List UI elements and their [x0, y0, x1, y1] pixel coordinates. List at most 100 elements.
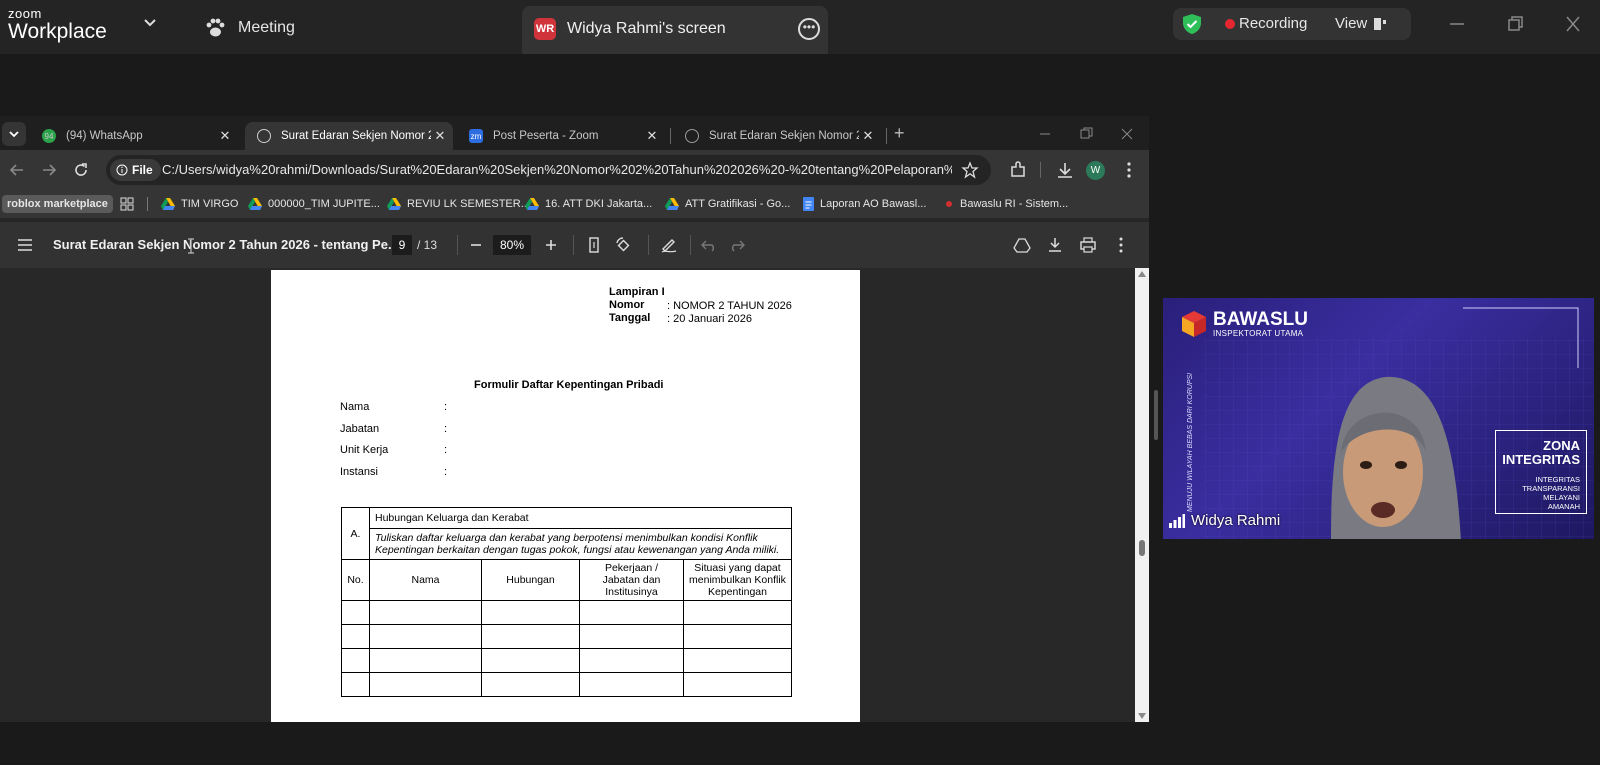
bookmark-bawaslu-ri[interactable]: Bawaslu RI - Sistem... — [944, 195, 1068, 213]
kebab-menu-icon[interactable] — [1112, 236, 1130, 254]
bookmark-att-gratifikasi[interactable]: ATT Gratifikasi - Go... — [665, 195, 790, 213]
bookmark-tim-virgo[interactable]: TIM VIRGO — [161, 195, 238, 213]
chevron-down-icon — [9, 131, 19, 138]
bookmark-laporan-ao[interactable]: Laporan AO Bawasl... — [803, 195, 926, 213]
zona-value: TRANSPARANSI — [1522, 484, 1580, 493]
reload-icon[interactable] — [72, 161, 90, 179]
tab-title: Surat Edaran Sekjen Nomor 2 Tahun 2026 — [709, 130, 859, 142]
download-icon[interactable] — [1055, 160, 1075, 180]
tab-post-peserta-zoom[interactable]: zm Post Peserta - Zoom ✕ — [457, 122, 665, 150]
restore-icon[interactable] — [1078, 126, 1094, 142]
add-to-drive-icon[interactable] — [1013, 236, 1031, 254]
scroll-down-arrow-icon[interactable] — [1138, 713, 1146, 719]
address-bar[interactable]: File C:/Users/widya%20rahmi/Downloads/Su… — [106, 155, 991, 185]
zoom-out-icon[interactable] — [467, 236, 485, 254]
bookmark-label: TIM VIRGO — [181, 198, 239, 210]
recording-pill: Recording View — [1173, 8, 1411, 40]
close-tab-icon[interactable]: ✕ — [431, 128, 449, 144]
rotate-icon[interactable] — [614, 236, 632, 254]
bookmark-divider — [147, 197, 148, 211]
shield-check-icon[interactable] — [1181, 13, 1203, 35]
whatsapp-icon: 94 — [42, 129, 56, 143]
field-jabatan-label: Jabatan — [340, 423, 380, 435]
info-icon — [116, 164, 128, 176]
zona-value: AMANAH — [1547, 502, 1580, 511]
more-options-icon[interactable]: ••• — [798, 18, 820, 40]
extensions-puzzle-icon[interactable] — [1008, 160, 1028, 180]
hamburger-menu-icon[interactable] — [17, 238, 33, 252]
forward-icon[interactable] — [40, 161, 58, 179]
minimize-icon[interactable] — [1037, 126, 1053, 142]
zoom-in-icon[interactable] — [542, 236, 560, 254]
redo-icon[interactable] — [728, 236, 746, 254]
page-number-input[interactable]: 9 — [392, 235, 412, 255]
field-colon: : — [444, 423, 448, 435]
chevron-down-icon[interactable] — [143, 16, 157, 30]
zoom-logo-top: zoom — [8, 6, 42, 21]
url-text[interactable]: C:/Users/widya%20rahmi/Downloads/Surat%2… — [162, 162, 952, 177]
panel-resize-handle[interactable] — [1154, 390, 1158, 440]
bookmark-roblox-marketplace[interactable]: roblox marketplace — [2, 195, 113, 213]
view-button[interactable]: View — [1335, 15, 1387, 32]
close-tab-icon[interactable]: ✕ — [216, 128, 234, 144]
toolbar-divider — [690, 235, 691, 255]
zoom-level-input[interactable]: 80% — [493, 235, 531, 255]
pdf-scrollbar[interactable] — [1135, 268, 1149, 722]
bookmark-label: Bawaslu RI - Sistem... — [960, 198, 1069, 210]
apps-grid-icon[interactable] — [120, 197, 134, 211]
pdf-toolbar: Surat Edaran Sekjen Nomor 2 Tahun 2026 -… — [0, 222, 1149, 268]
globe-icon — [257, 129, 271, 143]
meeting-button[interactable]: Meeting — [204, 14, 295, 42]
fit-page-icon[interactable] — [585, 236, 603, 254]
kebab-menu-icon[interactable] — [1123, 160, 1135, 180]
zona-integritas-badge: ZONA INTEGRITAS INTEGRITAS TRANSPARANSI … — [1495, 430, 1587, 514]
google-docs-icon — [803, 197, 814, 211]
scrollbar-thumb[interactable] — [1139, 540, 1145, 556]
download-icon[interactable] — [1046, 236, 1064, 254]
bookmark-label: ATT Gratifikasi - Go... — [685, 198, 791, 210]
screen-share-tab[interactable]: WR Widya Rahmi's screen ••• — [522, 6, 828, 54]
bawaslu-logo: BAWASLU INSPEKTORAT UTAMA — [1181, 310, 1308, 338]
scroll-up-arrow-icon[interactable] — [1138, 271, 1146, 277]
google-drive-icon — [665, 198, 679, 210]
toolbar-divider — [1040, 162, 1041, 178]
restore-icon[interactable] — [1502, 12, 1528, 36]
column-header: Situasi yang dapat menimbulkan Konflik K… — [683, 559, 792, 601]
recording-dot-icon — [1225, 19, 1235, 29]
toolbar-divider — [648, 235, 649, 255]
bawaslu-cube-icon — [1182, 311, 1206, 337]
pdf-document-area[interactable]: Lampiran I Nomor : NOMOR 2 TAHUN 2026 Ta… — [0, 268, 1149, 722]
bookmark-star-icon[interactable] — [961, 161, 979, 179]
zona-values: INTEGRITAS TRANSPARANSI MELAYANI AMANAH — [1496, 475, 1580, 511]
table-row — [341, 600, 792, 625]
minimize-icon[interactable] — [1444, 12, 1470, 36]
column-header: Pekerjaan / Jabatan dan Institusinya — [579, 559, 684, 601]
print-icon[interactable] — [1079, 236, 1097, 254]
annotate-pen-icon[interactable] — [660, 236, 678, 254]
tab-search-button[interactable] — [2, 122, 26, 146]
bawaslu-favicon-icon — [946, 201, 952, 207]
tab-title: (94) WhatsApp — [66, 130, 143, 142]
bookmark-reviu-lk[interactable]: REVIU LK SEMESTER... — [387, 195, 530, 213]
participant-video-tile[interactable]: BAWASLU INSPEKTORAT UTAMA MENUJU WILAYAH… — [1163, 298, 1594, 539]
new-tab-icon[interactable]: + — [894, 123, 905, 144]
undo-icon[interactable] — [700, 236, 718, 254]
tab-divider — [670, 128, 671, 144]
org-name: BAWASLU — [1213, 309, 1308, 330]
close-tab-icon[interactable]: ✕ — [859, 128, 877, 144]
tab-whatsapp[interactable]: 94 (94) WhatsApp ✕ — [30, 122, 238, 150]
tab-surat-edaran-active[interactable]: Surat Edaran Sekjen Nomor 2 Tahun 2026 ✕ — [245, 122, 453, 150]
bookmarks-bar: roblox marketplace TIM VIRGO 000000_TIM … — [0, 190, 1149, 218]
bookmark-tim-jupiter[interactable]: 000000_TIM JUPITE... — [248, 195, 380, 213]
close-icon[interactable] — [1119, 126, 1135, 142]
table-row — [341, 648, 792, 673]
lampiran-label: Lampiran I — [609, 286, 665, 298]
back-icon[interactable] — [8, 161, 26, 179]
participant-name-label: Widya Rahmi — [1169, 512, 1280, 529]
tab-surat-edaran[interactable]: Surat Edaran Sekjen Nomor 2 Tahun 2026 ✕ — [673, 122, 881, 150]
bookmark-att-dki[interactable]: 16. ATT DKI Jakarta... — [525, 195, 652, 213]
profile-avatar[interactable]: W — [1086, 161, 1105, 180]
site-info-chip[interactable]: File — [110, 159, 161, 181]
close-tab-icon[interactable]: ✕ — [643, 128, 661, 144]
close-icon[interactable] — [1560, 12, 1586, 36]
